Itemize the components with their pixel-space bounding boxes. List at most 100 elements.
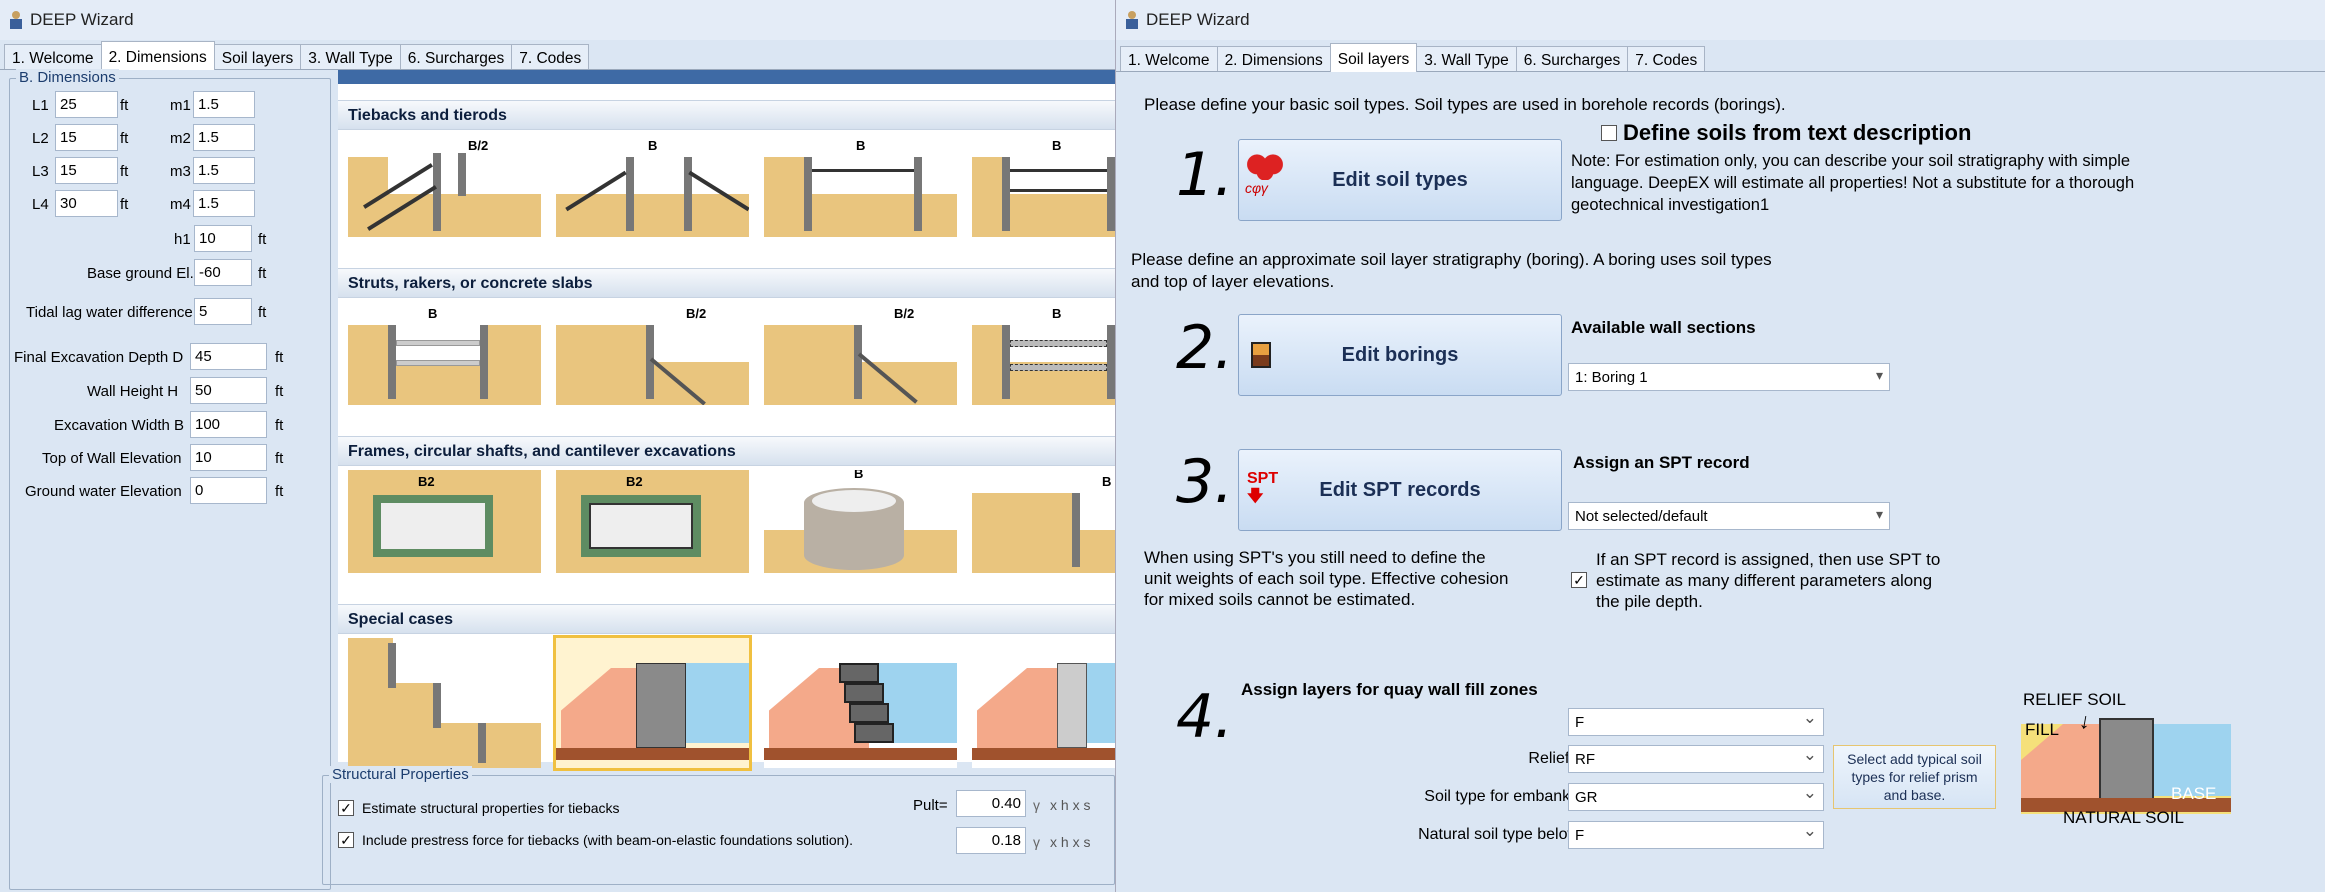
thumb-tierod-multi[interactable]: B [972,134,1115,237]
tab-wall-type[interactable]: 3. Wall Type [1416,46,1517,71]
boring-intro-2: and top of layer elevations. [1131,272,1335,291]
thumb-tierod[interactable]: B [764,134,957,237]
excavation-width-input[interactable] [190,411,267,438]
note-line-2: language. DeepEX will estimate all prope… [1571,174,2135,192]
thumb-dim-label: B2 [626,474,643,489]
dimensions-group-title: B. Dimensions [16,69,119,86]
thumb-raker[interactable]: B/2 [556,302,749,405]
groundwater-elevation-input[interactable] [190,477,267,504]
m1-input[interactable] [193,91,255,118]
l1-input[interactable] [55,91,118,118]
spt-select[interactable]: Not selected/default [1568,502,1890,530]
estimate-structural-checkbox[interactable]: ✓ [338,800,354,816]
tab-soil-layers[interactable]: Soil layers [1329,43,1418,72]
wall-height-input[interactable] [190,377,267,404]
select-typical-soils-button[interactable]: Select add typical soil types for relief… [1833,745,1996,809]
thumb-concrete-slabs[interactable]: B [972,302,1115,405]
estimate-structural-label: Estimate structural properties for tieba… [362,800,620,816]
l3-input[interactable] [55,157,118,184]
tidal-input[interactable] [194,298,252,325]
h1-input[interactable] [194,225,252,252]
note-line-1: Note: For estimation only, you can descr… [1571,152,2131,170]
include-prestress-checkbox[interactable]: ✓ [338,832,354,848]
thumb-dim-label: B/2 [894,306,915,321]
embankment-base-select[interactable]: GR [1568,783,1824,811]
edit-borings-button[interactable]: Edit borings [1238,314,1562,396]
edit-spt-records-button[interactable]: SPT 🡇 Edit SPT records [1238,449,1562,531]
tab-soil-layers[interactable]: Soil layers [213,44,302,69]
thumb-cantilever[interactable]: B [972,470,1115,573]
m1-label: m1 [170,97,191,114]
thumb-quay-wall-blocks[interactable] [764,638,957,768]
excavation-width-unit: ft [275,417,284,434]
tab-welcome[interactable]: 1. Welcome [1120,46,1218,71]
relief-prism-select[interactable]: RF [1568,745,1824,773]
tab-dimensions[interactable]: 2. Dimensions [100,41,215,70]
use-spt-checkbox[interactable]: ✓ [1571,572,1587,588]
tab-wall-type[interactable]: 3. Wall Type [300,44,401,69]
thumb-frame-braced[interactable]: B2 [556,470,749,573]
intro-text: Please define your basic soil types. Soi… [1144,95,1786,114]
l4-input[interactable] [55,190,118,217]
spt-note-3: for mixed soils cannot be estimated. [1144,590,1416,609]
spt-icon-text: SPT [1247,470,1279,487]
thumb-quay-wall-solid[interactable] [553,635,752,771]
top-wall-elevation-label: Top of Wall Elevation [42,450,182,467]
tab-surcharges[interactable]: 6. Surcharges [399,44,513,69]
step4-number: 4. [1176,682,1234,752]
m3-label: m3 [170,163,191,180]
thumb-tieback-half[interactable]: B/2 [348,134,541,237]
natural-soil-select[interactable]: F [1568,821,1824,849]
thumb-dim-label: B2 [418,474,435,489]
pult1-input[interactable] [956,790,1026,817]
window-title: DEEP Wizard [30,10,134,29]
tab-welcome[interactable]: 1. Welcome [4,44,102,69]
window-title: DEEP Wizard [1146,10,1250,29]
l2-input[interactable] [55,124,118,151]
m4-input[interactable] [193,190,255,217]
thumb-struts[interactable]: B [348,302,541,405]
define-soils-text-checkbox[interactable] [1601,125,1617,141]
gamma-symbol: γ [1033,834,1040,850]
available-wall-sections-title: Available wall sections [1571,318,1756,337]
thumb-dim-label: B [1052,306,1062,321]
edit-spt-records-label: Edit SPT records [1319,478,1481,501]
base-label: BASE [2171,784,2217,803]
pult2-input[interactable] [956,827,1026,854]
thumb-circular-shaft[interactable]: B [764,470,957,573]
assign-spt-title: Assign an SPT record [1573,453,1750,472]
tab-dimensions[interactable]: 2. Dimensions [1216,46,1331,71]
tidal-label: Tidal lag water difference [26,304,193,321]
l1-label: L1 [32,97,49,114]
thumb-tieback-double[interactable]: B [556,134,749,237]
wall-height-label: Wall Height H [87,383,179,400]
thumb-quay-wall-stepped[interactable] [972,638,1115,768]
thumb-frame-box[interactable]: B2 [348,470,541,573]
excavation-width-label: Excavation Width B [54,417,185,434]
excavation-depth-unit: ft [275,349,284,366]
l4-unit: ft [120,196,129,213]
tab-surcharges[interactable]: 6. Surcharges [1515,46,1629,71]
top-wall-elevation-input[interactable] [190,444,267,471]
groundwater-elevation-label: Ground water Elevation [25,483,182,500]
tab-codes[interactable]: 7. Codes [511,44,590,69]
wall-height-unit: ft [275,383,284,400]
quay-wall-title: Assign layers for quay wall fill zones [1241,680,1538,699]
h1-unit: ft [258,231,267,248]
edit-soil-types-button[interactable]: cφγ Edit soil types [1238,139,1562,221]
step1-number: 1. [1176,140,1234,210]
natural-soil-diagram-label: NATURAL SOIL [2063,808,2184,827]
thumb-dim-label: B/2 [686,306,707,321]
thumb-staged-walls[interactable] [348,638,541,768]
tab-codes[interactable]: 7. Codes [1627,46,1706,71]
use-spt-line-2: estimate as many different parameters al… [1596,571,1933,590]
m3-input[interactable] [193,157,255,184]
fill-soil-select[interactable]: F [1568,708,1824,736]
thumb-dim-label: B [428,306,438,321]
excavation-depth-input[interactable] [190,343,267,370]
tidal-unit: ft [258,304,267,321]
thumb-raker-footing[interactable]: B/2 [764,302,957,405]
m2-input[interactable] [193,124,255,151]
boring-select[interactable]: 1: Boring 1 [1568,363,1890,391]
base-ground-input[interactable] [194,259,252,286]
